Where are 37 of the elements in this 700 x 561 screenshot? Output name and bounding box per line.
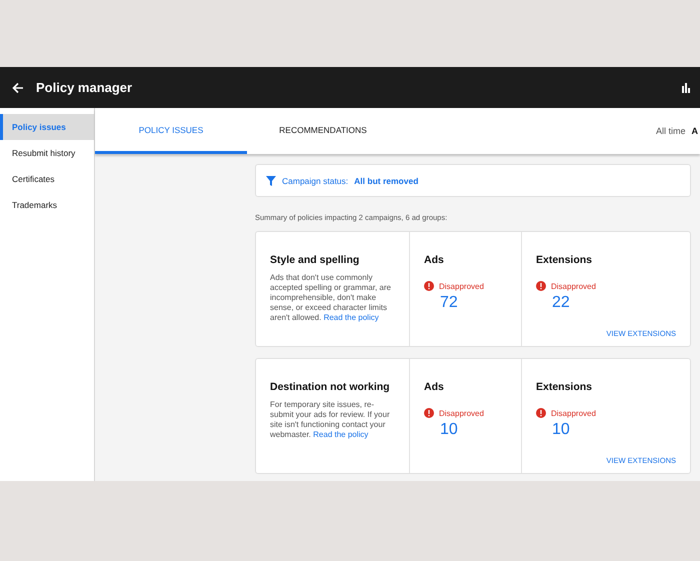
status-label: Disapproved xyxy=(551,282,596,290)
error-icon xyxy=(536,281,546,291)
sidebar-item[interactable]: Policy issues xyxy=(0,114,94,140)
sidebar-item[interactable]: Trademarks xyxy=(0,192,94,218)
back-arrow-icon[interactable] xyxy=(12,82,24,94)
sidebar-item[interactable]: Resubmit history xyxy=(0,140,94,166)
policy-description: For temporary site issues, re-submit your ads for review. If your site isn't functioning contact your webmaster. Read the policy xyxy=(270,400,391,440)
filter-bar[interactable]: Campaign status: All but removed xyxy=(255,164,691,197)
read-policy-link[interactable]: Read the policy xyxy=(313,430,368,439)
policy-title: Style and spelling xyxy=(270,254,360,266)
error-icon xyxy=(424,408,434,418)
filter-label: Campaign status: xyxy=(282,176,348,186)
filter-value: All but removed xyxy=(354,176,418,186)
issue-count[interactable]: 22 xyxy=(552,294,676,312)
date-range-label: All time xyxy=(656,126,686,136)
issue-count[interactable]: 72 xyxy=(440,294,507,312)
page-title: Policy manager xyxy=(36,80,134,95)
column-title: Extensions xyxy=(536,381,594,393)
error-icon xyxy=(536,408,546,418)
read-policy-link[interactable]: Read the policy xyxy=(324,313,379,322)
tab[interactable]: POLICY ISSUES xyxy=(95,108,247,154)
status-label: Disapproved xyxy=(439,408,484,418)
error-icon xyxy=(424,281,434,291)
column-title: Ads xyxy=(424,254,445,266)
chart-icon[interactable] xyxy=(682,82,690,92)
policy-title: Destination not working xyxy=(270,381,391,393)
status-label: Disapproved xyxy=(551,408,596,418)
filter-icon xyxy=(266,176,276,186)
policy-description: Ads that don't use commonly accepted spelling or grammar, are incomprehensible, don't make sense, or exceed character limits aren't allowed. Read the policy xyxy=(270,273,392,323)
column-title: Extensions xyxy=(536,254,594,266)
sidebar-item[interactable]: Certificates xyxy=(0,166,94,192)
issue-count[interactable]: 10 xyxy=(552,421,676,439)
status-label: Disapproved xyxy=(439,282,484,290)
tab[interactable]: RECOMMENDATIONS xyxy=(247,108,399,154)
issue-count[interactable]: 10 xyxy=(440,421,507,439)
column-title: Ads xyxy=(424,381,445,393)
date-range-value[interactable]: A xyxy=(692,126,698,136)
